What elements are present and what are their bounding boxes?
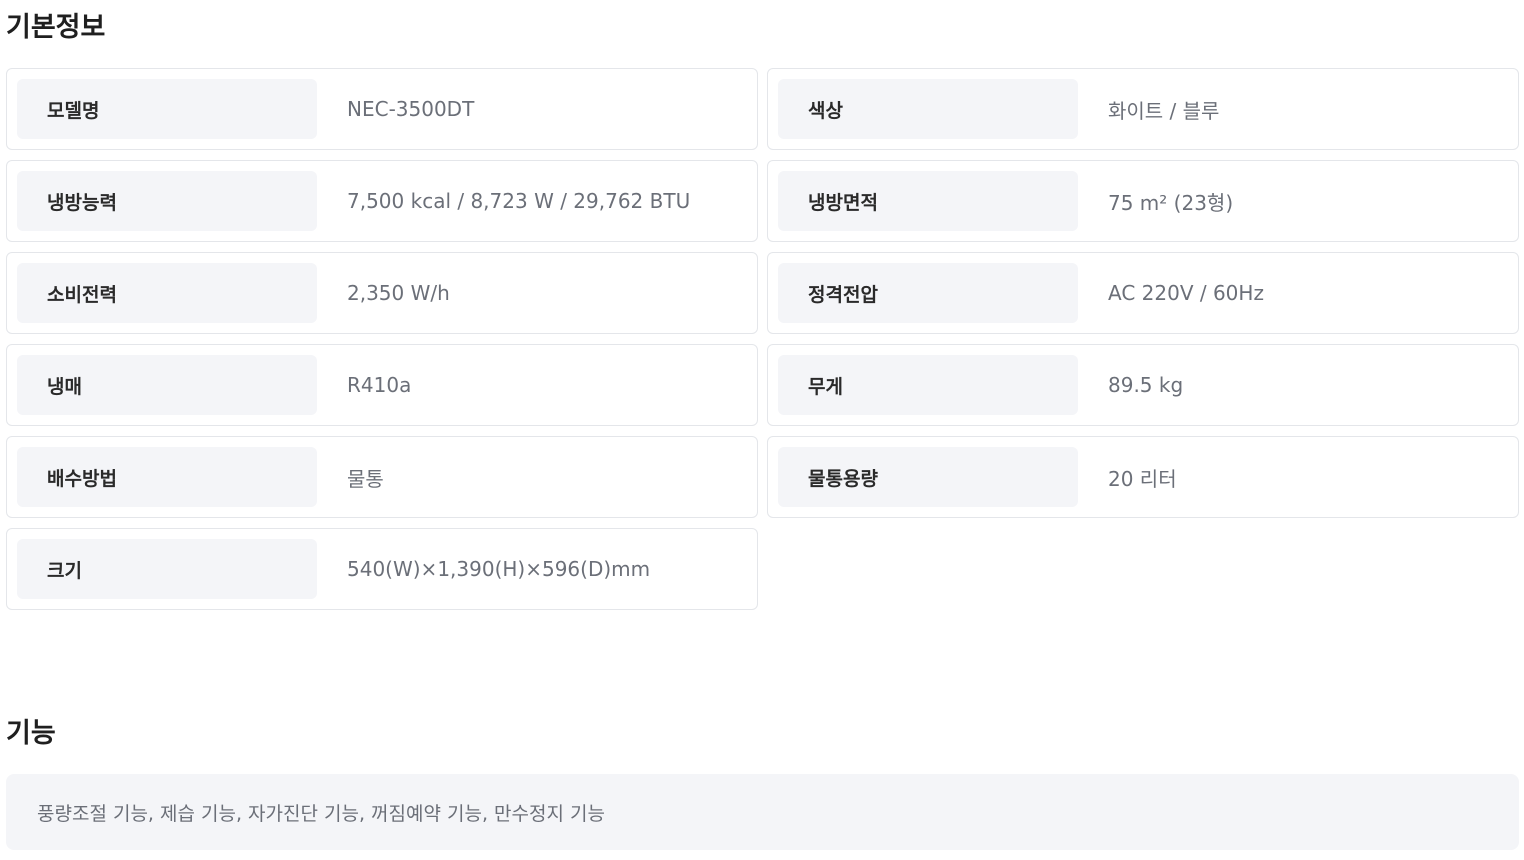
spec-value: 75 m² (23형) — [1108, 190, 1234, 215]
features-box: 풍량조절 기능, 제습 기능, 자가진단 기능, 꺼짐예약 기능, 만수정지 기… — [6, 774, 1519, 850]
spec-row-refrigerant: 냉매 R410a — [6, 344, 758, 426]
spec-row-drain-method: 배수방법 물통 — [6, 436, 758, 518]
spec-row-cooling-area: 냉방면적 75 m² (23형) — [767, 160, 1519, 242]
spec-value: R410a — [347, 373, 412, 397]
spec-row-power-consumption: 소비전력 2,350 W/h — [6, 252, 758, 334]
features-title: 기능 — [6, 718, 56, 749]
spec-label: 냉방능력 — [17, 171, 317, 231]
spec-label: 소비전력 — [17, 263, 317, 323]
basic-info-title: 기본정보 — [6, 12, 106, 43]
spec-label: 냉방면적 — [778, 171, 1078, 231]
spec-row-tank-capacity: 물통용량 20 리터 — [767, 436, 1519, 518]
spec-row-cooling-capacity: 냉방능력 7,500 kcal / 8,723 W / 29,762 BTU — [6, 160, 758, 242]
spec-row-rated-voltage: 정격전압 AC 220V / 60Hz — [767, 252, 1519, 334]
spec-label: 무게 — [778, 355, 1078, 415]
spec-label: 모델명 — [17, 79, 317, 139]
spec-value: 7,500 kcal / 8,723 W / 29,762 BTU — [347, 189, 691, 213]
spec-value: NEC-3500DT — [347, 97, 475, 121]
spec-label: 물통용량 — [778, 447, 1078, 507]
spec-label: 정격전압 — [778, 263, 1078, 323]
spec-row-color: 색상 화이트 / 블루 — [767, 68, 1519, 150]
spec-value: 물통 — [347, 466, 384, 491]
spec-value: 화이트 / 블루 — [1108, 98, 1220, 123]
spec-label: 배수방법 — [17, 447, 317, 507]
spec-label: 색상 — [778, 79, 1078, 139]
spec-grid: 모델명 NEC-3500DT 색상 화이트 / 블루 냉방능력 7,500 kc… — [6, 68, 1519, 610]
spec-row-weight: 무게 89.5 kg — [767, 344, 1519, 426]
spec-value: AC 220V / 60Hz — [1108, 281, 1264, 305]
spec-row-size: 크기 540(W)×1,390(H)×596(D)mm — [6, 528, 758, 610]
features-text: 풍량조절 기능, 제습 기능, 자가진단 기능, 꺼짐예약 기능, 만수정지 기… — [37, 802, 605, 825]
spec-label: 크기 — [17, 539, 317, 599]
spec-value: 2,350 W/h — [347, 281, 450, 305]
spec-value: 20 리터 — [1108, 466, 1177, 491]
spec-value: 89.5 kg — [1108, 373, 1184, 397]
spec-label: 냉매 — [17, 355, 317, 415]
spec-row-model: 모델명 NEC-3500DT — [6, 68, 758, 150]
spec-value: 540(W)×1,390(H)×596(D)mm — [347, 557, 651, 581]
